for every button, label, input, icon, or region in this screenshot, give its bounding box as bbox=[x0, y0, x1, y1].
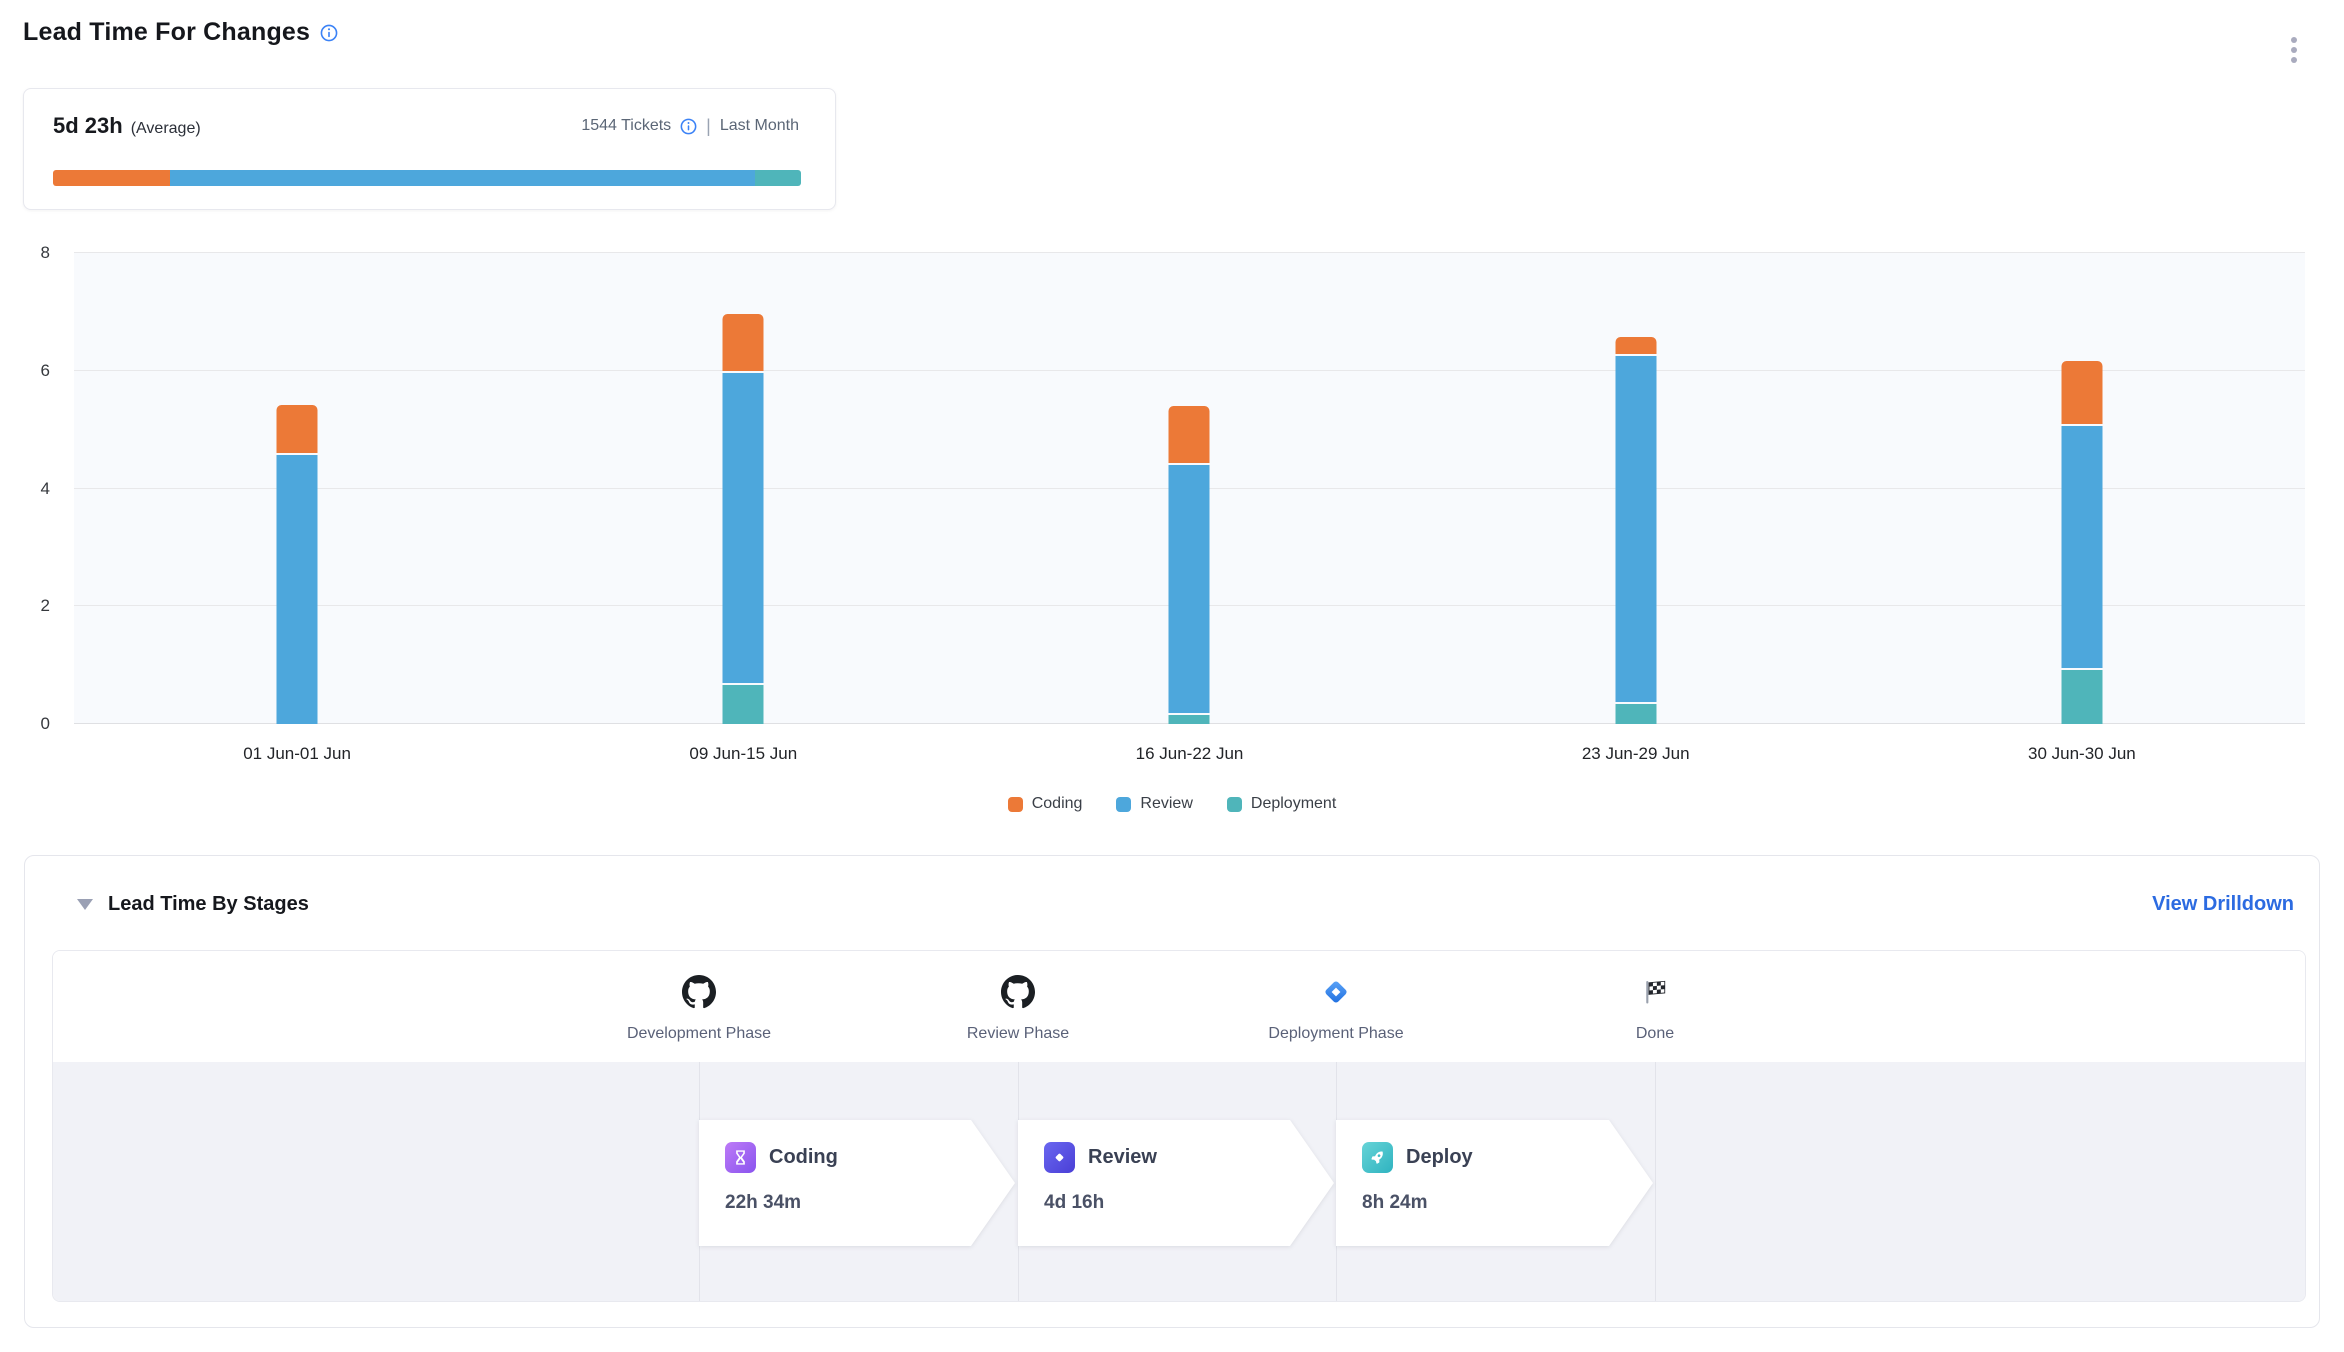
bar-slot bbox=[1859, 253, 2305, 724]
stage-card-name: Coding bbox=[769, 1146, 838, 1169]
summary-card: 5d 23h (Average) 1544 Tickets | Last Mon… bbox=[23, 88, 836, 210]
bar-segment-coding[interactable] bbox=[2061, 361, 2102, 424]
stage-column-deployment-phase: Deployment Phase bbox=[1216, 951, 1456, 1043]
chart-plot bbox=[74, 253, 2305, 724]
github-icon bbox=[682, 973, 716, 1011]
legend-label: Deployment bbox=[1251, 795, 1336, 813]
bar-segment-coding[interactable] bbox=[1615, 337, 1656, 354]
lead-time-by-stages-card: Lead Time By Stages View Drilldown Devel… bbox=[24, 855, 2320, 1328]
summary-progress-bar bbox=[53, 170, 801, 186]
bar-segment-coding[interactable] bbox=[723, 314, 764, 371]
period-label: Last Month bbox=[720, 117, 799, 135]
y-tick-label: 8 bbox=[41, 243, 50, 263]
column-divider bbox=[1655, 1062, 1656, 1302]
stage-column-label: Deployment Phase bbox=[1268, 1025, 1403, 1043]
bar-segment-deployment[interactable] bbox=[723, 685, 764, 724]
stage-column-label: Review Phase bbox=[967, 1025, 1069, 1043]
stage-column-development-phase: Development Phase bbox=[579, 951, 819, 1043]
y-tick-label: 4 bbox=[41, 479, 50, 499]
page-title: Lead Time For Changes bbox=[23, 18, 310, 47]
x-tick-label: 16 Jun-22 Jun bbox=[1136, 744, 1244, 764]
legend-swatch-coding bbox=[1008, 797, 1023, 812]
stages-table-header: Development Phase Review Phase Deployment … bbox=[53, 951, 2305, 1062]
stage-column-review-phase: Review Phase bbox=[898, 951, 1138, 1043]
bar-stack-30 Jun-30 Jun bbox=[2061, 253, 2102, 724]
info-icon[interactable] bbox=[320, 24, 338, 42]
bar-stack-09 Jun-15 Jun bbox=[723, 253, 764, 724]
bar-segment-review[interactable] bbox=[2061, 426, 2102, 668]
legend-swatch-review bbox=[1116, 797, 1131, 812]
summary-bar-segment-deployment bbox=[755, 170, 801, 186]
legend-item-coding[interactable]: Coding bbox=[1008, 795, 1083, 813]
page-header: Lead Time For Changes bbox=[23, 18, 338, 47]
bar-stack-23 Jun-29 Jun bbox=[1615, 253, 1656, 724]
stage-card-review[interactable]: Review 4d 16h bbox=[1018, 1120, 1334, 1246]
x-tick-label: 09 Jun-15 Jun bbox=[689, 744, 797, 764]
legend-swatch-deployment bbox=[1227, 797, 1242, 812]
y-tick-label: 0 bbox=[41, 714, 50, 734]
stages-title: Lead Time By Stages bbox=[108, 893, 309, 916]
x-tick-label: 30 Jun-30 Jun bbox=[2028, 744, 2136, 764]
legend-label: Review bbox=[1140, 795, 1192, 813]
legend-item-deployment[interactable]: Deployment bbox=[1227, 795, 1336, 813]
bar-segment-coding[interactable] bbox=[277, 405, 318, 453]
checkered-flag-icon bbox=[1640, 973, 1670, 1011]
y-tick-label: 6 bbox=[41, 361, 50, 381]
bar-stack-01 Jun-01 Jun bbox=[277, 253, 318, 724]
hourglass-icon bbox=[725, 1142, 756, 1173]
kebab-menu-icon[interactable] bbox=[2286, 32, 2302, 68]
x-tick-label: 01 Jun-01 Jun bbox=[243, 744, 351, 764]
stages-header: Lead Time By Stages View Drilldown bbox=[77, 882, 2294, 926]
bar-segment-review[interactable] bbox=[1169, 465, 1210, 713]
bar-slot bbox=[520, 253, 966, 724]
average-lead-time-value: 5d 23h bbox=[53, 113, 123, 139]
stage-card-name: Review bbox=[1088, 1146, 1157, 1169]
tickets-info-icon[interactable] bbox=[680, 118, 697, 135]
bar-slot bbox=[966, 253, 1412, 724]
summary-bar-segment-coding bbox=[53, 170, 170, 186]
summary-bar-segment-review bbox=[170, 170, 755, 186]
bar-segment-review[interactable] bbox=[1615, 356, 1656, 701]
view-drilldown-link[interactable]: View Drilldown bbox=[2152, 893, 2294, 916]
tickets-count: 1544 Tickets bbox=[581, 117, 671, 135]
stage-column-label: Development Phase bbox=[627, 1025, 771, 1043]
bar-slot bbox=[1413, 253, 1859, 724]
bar-segment-review[interactable] bbox=[277, 455, 318, 724]
stage-card-name: Deploy bbox=[1406, 1146, 1473, 1169]
y-tick-label: 2 bbox=[41, 596, 50, 616]
stage-card-deploy[interactable]: Deploy 8h 24m bbox=[1336, 1120, 1653, 1246]
bar-segment-review[interactable] bbox=[723, 373, 764, 683]
bar-slot bbox=[74, 253, 520, 724]
github-icon bbox=[1001, 973, 1035, 1011]
stage-column-done: Done bbox=[1535, 951, 1775, 1043]
stages-table-body: Coding 22h 34m Review 4d 16h Deploy 8h 24m bbox=[53, 1062, 2305, 1302]
stage-column-label: Done bbox=[1636, 1025, 1674, 1043]
stage-card-coding[interactable]: Coding 22h 34m bbox=[699, 1120, 1015, 1246]
bar-segment-deployment[interactable] bbox=[2061, 670, 2102, 724]
stage-card-duration: 4d 16h bbox=[1044, 1192, 1334, 1214]
bar-segment-deployment[interactable] bbox=[1169, 715, 1210, 724]
bar-segment-deployment[interactable] bbox=[1615, 704, 1656, 724]
stages-table: Development Phase Review Phase Deployment … bbox=[52, 950, 2306, 1302]
bar-segment-coding[interactable] bbox=[1169, 406, 1210, 463]
bar-stack-16 Jun-22 Jun bbox=[1169, 253, 1210, 724]
x-tick-label: 23 Jun-29 Jun bbox=[1582, 744, 1690, 764]
separator: | bbox=[706, 116, 711, 137]
chart-x-axis: 01 Jun-01 Jun 09 Jun-15 Jun 16 Jun-22 Jun 2… bbox=[74, 744, 2305, 768]
rocket-icon bbox=[1362, 1142, 1393, 1173]
stage-card-duration: 22h 34m bbox=[725, 1192, 1015, 1214]
legend-label: Coding bbox=[1032, 795, 1083, 813]
diamond-icon bbox=[1044, 1142, 1075, 1173]
average-label: (Average) bbox=[131, 120, 201, 138]
legend-item-review[interactable]: Review bbox=[1116, 795, 1192, 813]
jira-icon bbox=[1319, 973, 1353, 1011]
chart-y-axis: 02468 bbox=[0, 253, 52, 724]
stage-card-duration: 8h 24m bbox=[1362, 1192, 1653, 1214]
caret-down-icon[interactable] bbox=[77, 899, 93, 910]
chart-legend: Coding Review Deployment bbox=[0, 795, 2344, 813]
